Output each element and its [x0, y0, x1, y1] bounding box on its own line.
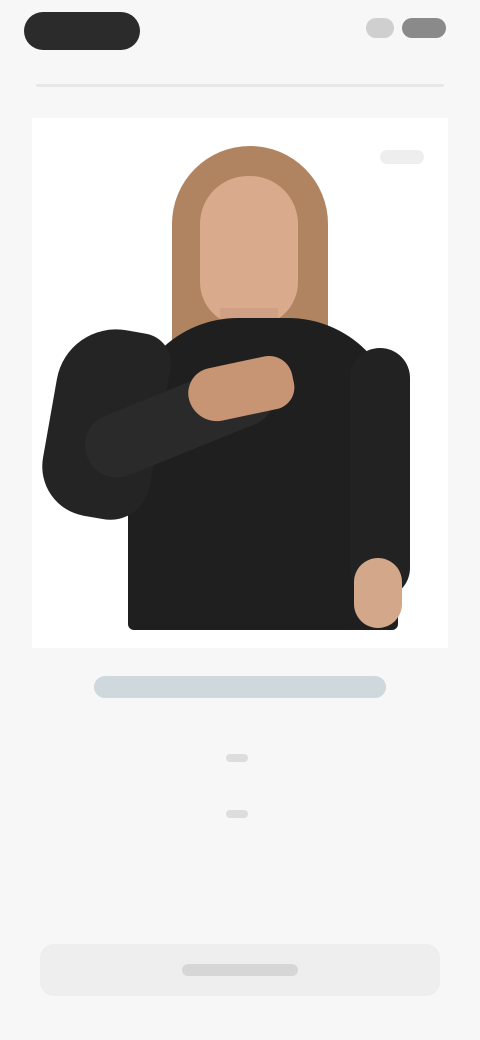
video-caption [94, 676, 386, 698]
sign-video-card[interactable] [32, 118, 448, 648]
signer-right-hand [354, 558, 402, 628]
meta-line-1-text [226, 754, 227, 755]
logo-label [24, 12, 25, 13]
bottom-action-button[interactable] [40, 944, 440, 996]
meta-line-2 [226, 810, 248, 818]
signer-face [200, 176, 298, 326]
meta-line-2-text [226, 810, 227, 811]
brand-logo-icon[interactable] [24, 12, 140, 50]
top-right-actions [366, 18, 446, 38]
signer-figure [32, 118, 448, 648]
header-divider [36, 84, 444, 87]
top-action-2[interactable] [402, 18, 446, 38]
top-action-2-label [402, 18, 403, 19]
video-caption-text [94, 676, 95, 677]
top-action-1-label [366, 18, 367, 19]
app-root [0, 0, 480, 1040]
meta-line-1 [226, 754, 248, 762]
top-action-1[interactable] [366, 18, 394, 38]
bottom-action-label [182, 964, 298, 976]
top-bar [0, 0, 480, 70]
